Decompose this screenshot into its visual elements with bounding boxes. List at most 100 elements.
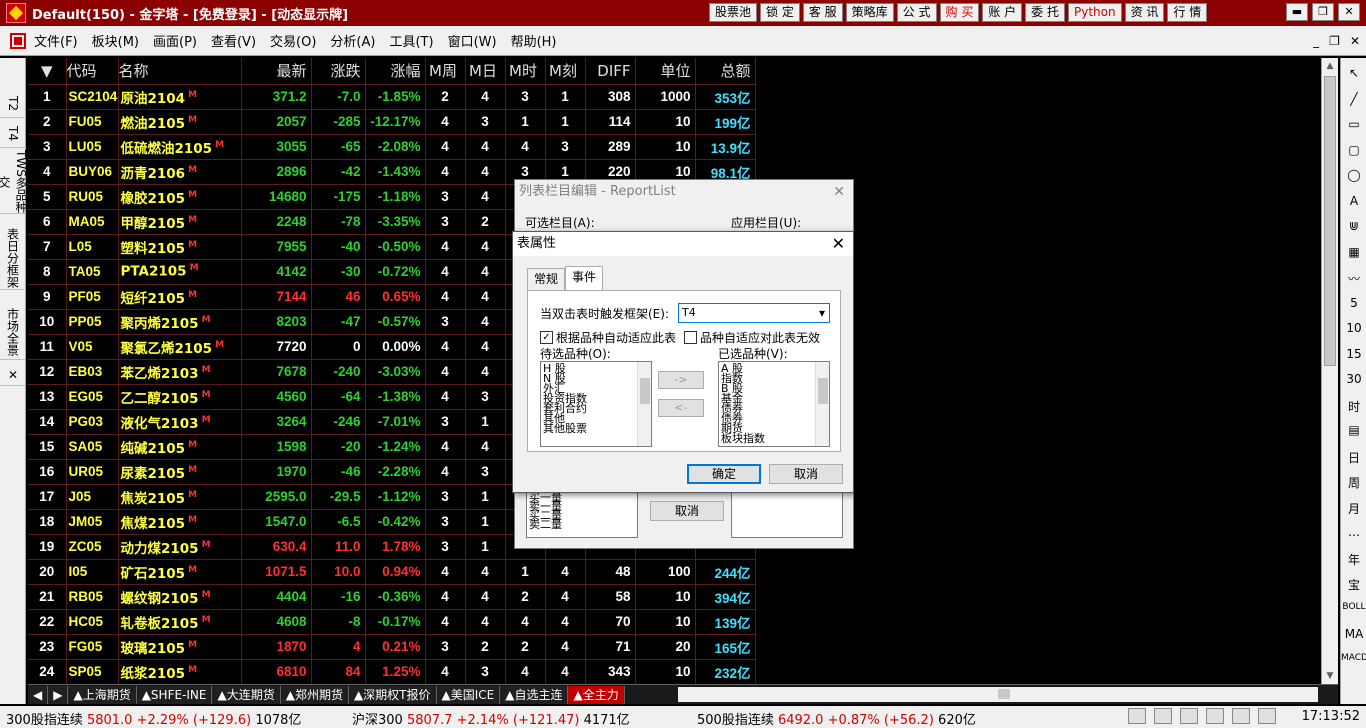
selected-types-list[interactable]: A 股指数 B 股基金 债券 债券 期货 板块指数 [718,361,830,447]
close-icon[interactable]: ✕ [833,184,845,200]
table-row[interactable]: 22 HC05 轧卷板2105 M 4608 -8 -0.17% 4 4 4 4 70 10 139亿 [28,609,756,635]
right-tool-button[interactable]: ⋓ [1341,219,1366,233]
right-tool-button[interactable]: … [1341,525,1366,539]
right-tool-button[interactable]: 周 [1341,474,1366,491]
menu-item[interactable]: 工具(T) [389,31,433,50]
available-columns-list[interactable]: 买一量 卖一量 买二量 卖二量 [526,492,638,538]
menu-item[interactable]: 画面(P) [153,31,197,50]
alert-icon[interactable] [1206,708,1224,724]
scroll-down-icon[interactable]: ▼ [1322,668,1338,684]
column-header[interactable]: 名称 [118,58,242,85]
restore-icon[interactable]: ❐ [1312,3,1334,21]
right-tool-button[interactable]: MA [1341,627,1366,641]
dialog-tab[interactable]: 常规 [527,268,566,290]
connection-icon[interactable] [1180,708,1198,724]
title-button[interactable]: 锁 定 [760,3,800,22]
right-tool-button[interactable]: ◯ [1341,168,1366,182]
column-header[interactable]: DIFF [585,58,636,85]
right-tool-button[interactable]: ╱ [1341,92,1366,106]
table-row[interactable]: 21 RB05 螺纹钢2105 M 4404 -16 -0.36% 4 4 2 4 58 10 394亿 [28,584,756,610]
python-icon[interactable] [1128,708,1146,724]
menu-item[interactable]: 分析(A) [330,31,375,50]
right-tool-button[interactable]: ↖ [1341,66,1366,80]
scroll-thumb[interactable] [1324,76,1336,366]
menu-item[interactable]: 查看(V) [211,31,256,50]
cancel-button[interactable]: 取消 [769,464,843,484]
menu-item[interactable]: 文件(F) [34,31,78,50]
title-button[interactable]: 委 托 [1025,3,1065,22]
ok-button[interactable]: 确定 [687,464,761,484]
title-button[interactable]: 账 户 [982,3,1023,22]
title-button[interactable]: 策略库 [845,3,894,22]
menu-item[interactable]: 窗口(W) [448,31,497,50]
column-header[interactable]: 涨跌 [311,58,366,85]
monitor-icon[interactable] [1258,708,1276,724]
remove-type-button[interactable]: <- [658,399,704,417]
add-type-button[interactable]: -> [658,371,704,389]
left-tab[interactable]: ✕ [0,364,26,386]
index-ticker-3[interactable]: 500股指连续 6492.0 +0.87% (+56.2) 620亿 [697,709,976,728]
close-icon[interactable]: ✕ [832,234,845,253]
available-types-list[interactable]: H 股N 股外汇 投资指数 套利合约 其他 其他股票 [540,361,652,447]
right-tool-button[interactable]: ▢ [1341,143,1366,157]
right-tool-button[interactable]: A [1341,194,1366,208]
title-button[interactable]: 购 买 [939,3,980,22]
column-header[interactable]: 总额 [695,58,756,85]
title-button[interactable]: Python [1068,3,1122,22]
table-row[interactable]: 24 SP05 纸浆2105 M 6810 84 1.25% 4 3 4 4 343 10 232亿 [28,659,756,684]
list-scroll-thumb[interactable] [640,378,650,404]
market-tab[interactable]: ▲大连期货 [212,685,281,704]
hscroll-thumb[interactable] [998,689,1010,699]
database-icon[interactable] [1154,708,1172,724]
dialog-tab[interactable]: 事件 [565,266,604,290]
tab-scroll-right-icon[interactable]: ▶ [48,685,69,704]
market-tab[interactable]: ▲SHFE-INE [136,685,213,704]
column-header[interactable]: M刻 [545,58,586,85]
applied-columns-list[interactable] [731,492,843,538]
sort-icon[interactable]: ▼ [28,58,67,85]
right-tool-button[interactable]: 月 [1341,500,1366,517]
title-button[interactable]: 资 讯 [1124,3,1165,22]
market-tab[interactable]: ▲上海期货 [68,685,137,704]
right-tool-button[interactable]: 时 [1341,398,1366,415]
market-tab[interactable]: ▲美国ICE [436,685,501,704]
list-item[interactable]: 其他股票 [543,423,651,434]
table-row[interactable]: 1 SC2104 原油2104 M 371.2 -7.0 -1.85% 2 4 3 1 308 1000… [28,84,756,110]
tab-scroll-left-icon[interactable]: ◀ [28,685,49,704]
left-tab[interactable]: 市场全景 [0,304,26,360]
trigger-frame-select[interactable]: T4 [678,303,830,323]
market-tab[interactable]: ▲自选主连 [500,685,569,704]
list-item[interactable]: 板块指数 [721,433,829,444]
list-item[interactable]: 卖二量 [529,519,637,530]
right-tool-button[interactable]: ▭ [1341,117,1366,131]
list-scroll-thumb[interactable] [818,378,828,404]
right-tool-button[interactable]: 5 [1341,296,1366,310]
right-tool-button[interactable]: MACD [1341,653,1366,663]
mdi-close-icon[interactable]: ✕ [1350,34,1360,48]
table-row[interactable]: 2 FU05 燃油2105 M 2057 -285 -12.17% 4 3 1 1 114 10 199亿 [28,109,756,135]
index-ticker-2[interactable]: 沪深300 5807.7 +2.14% (+121.47) 4171亿 [352,709,630,728]
table-row[interactable]: 23 FG05 玻璃2105 M 1870 4 0.21% 3 2 2 4 71 20 165亿 [28,634,756,660]
menu-item[interactable]: 交易(O) [270,31,316,50]
title-button[interactable]: 股票池 [709,3,758,22]
menu-item[interactable]: 板块(M) [92,31,139,50]
column-header[interactable]: M时 [505,58,546,85]
table-row[interactable]: 20 I05 矿石2105 M 1071.5 10.0 0.94% 4 4 1 4 48 100 244亿 [28,559,756,585]
checkbox-icon[interactable] [684,331,697,344]
list-scrollbar[interactable] [815,362,829,446]
menu-item[interactable]: 帮助(H) [511,31,557,50]
trade-icon[interactable] [1232,708,1250,724]
right-tool-button[interactable]: 宝 [1341,576,1366,593]
right-tool-button[interactable]: 年 [1341,551,1366,568]
right-tool-button[interactable]: 10 [1341,321,1366,335]
right-tool-button[interactable]: 30 [1341,372,1366,386]
auto-adapt-checkbox[interactable]: ✓ 根据品种自动适应此表 [540,329,676,346]
horizontal-scrollbar[interactable] [678,687,1318,702]
right-tool-button[interactable]: ▦ [1341,245,1366,259]
minimize-icon[interactable]: ▬ [1286,3,1308,21]
column-header[interactable]: 单位 [635,58,696,85]
left-tab[interactable]: 表日分框架 [0,226,26,290]
right-tool-button[interactable]: 15 [1341,347,1366,361]
list-scrollbar[interactable] [637,362,651,446]
right-tool-button[interactable]: 日 [1341,449,1366,466]
